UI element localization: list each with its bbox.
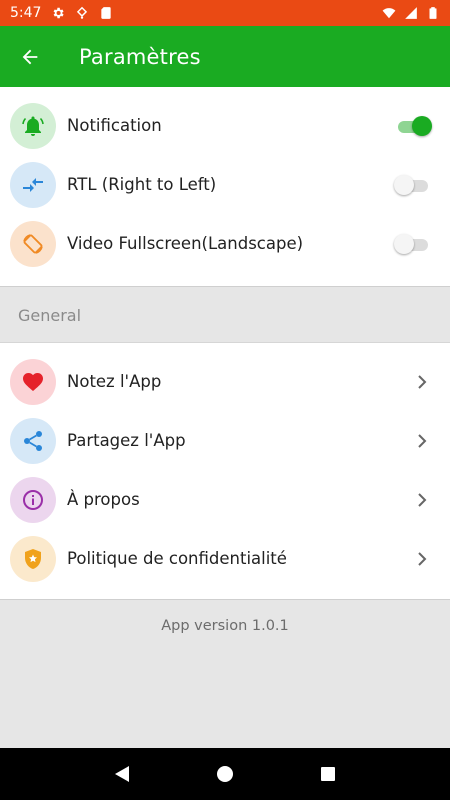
- settings-card: Notification RTL (Right to Left) Video F…: [0, 87, 450, 287]
- rtl-label: RTL (Right to Left): [67, 175, 217, 194]
- settings-icon: [54, 7, 65, 19]
- chevron-right-icon: [418, 374, 427, 389]
- section-header-general: General: [0, 288, 450, 342]
- about-icon-circle: [10, 476, 56, 523]
- toggle-thumb: [394, 174, 414, 195]
- rate-app-row[interactable]: Notez l'App: [0, 352, 450, 411]
- status-bar: 5:47: [0, 0, 450, 26]
- privacy-policy-row[interactable]: Politique de confidentialité: [0, 529, 450, 588]
- alarm-bell-icon: [22, 116, 44, 136]
- privacy-policy-label: Politique de confidentialité: [67, 549, 287, 568]
- wifi-icon: [382, 8, 396, 19]
- privacy-icon-circle: [10, 535, 56, 582]
- home-circle-icon: [216, 766, 233, 782]
- nav-recents-button[interactable]: [316, 762, 340, 786]
- screen-rotation-icon: [23, 233, 43, 254]
- notification-toggle[interactable]: [394, 115, 432, 137]
- chevron-right-icon: [418, 433, 427, 448]
- video-fullscreen-toggle[interactable]: [394, 233, 430, 255]
- rtl-row[interactable]: RTL (Right to Left): [0, 155, 450, 214]
- rtl-toggle[interactable]: [394, 174, 430, 196]
- nav-back-button[interactable]: [110, 762, 134, 786]
- shield-star-icon: [25, 548, 41, 569]
- recents-square-icon: [321, 767, 336, 781]
- video-icon-circle: [10, 220, 56, 267]
- system-nav-bar: [0, 748, 450, 800]
- app-bar: Paramètres: [0, 26, 450, 87]
- page-title: Paramètres: [79, 44, 201, 69]
- chevron-right-icon: [418, 551, 427, 566]
- nav-home-button[interactable]: [213, 762, 237, 786]
- compare-arrows-icon: [23, 177, 43, 192]
- rtl-icon-circle: [10, 161, 56, 208]
- battery-icon: [429, 7, 437, 19]
- chevron-right-icon: [418, 492, 427, 507]
- rate-app-label: Notez l'App: [67, 372, 162, 391]
- share-app-row[interactable]: Partagez l'App: [0, 411, 450, 470]
- share-icon-circle: [10, 417, 56, 464]
- toggle-thumb: [412, 115, 432, 136]
- about-row[interactable]: À propos: [0, 470, 450, 529]
- app-version: App version 1.0.1: [161, 618, 289, 634]
- heart-icon: [23, 372, 43, 391]
- video-fullscreen-row[interactable]: Video Fullscreen(Landscape): [0, 214, 450, 273]
- sd-card-icon: [101, 7, 112, 19]
- arrow-back-icon: [22, 49, 38, 64]
- notification-row[interactable]: Notification: [0, 96, 450, 155]
- status-time: 5:47: [10, 5, 42, 21]
- video-fullscreen-label: Video Fullscreen(Landscape): [67, 234, 304, 253]
- share-icon: [24, 430, 42, 451]
- share-app-label: Partagez l'App: [67, 431, 186, 450]
- notification-icon-circle: [10, 102, 56, 149]
- info-icon: [23, 489, 43, 510]
- back-button[interactable]: [0, 26, 60, 87]
- location-icon: [77, 6, 88, 19]
- general-card: Notez l'App Partagez l'App À propos Poli…: [0, 342, 450, 600]
- back-triangle-icon: [114, 766, 129, 782]
- about-label: À propos: [67, 490, 140, 509]
- toggle-thumb: [394, 233, 414, 254]
- signal-icon: [405, 7, 417, 19]
- rate-icon-circle: [10, 358, 56, 405]
- notification-label: Notification: [67, 116, 162, 135]
